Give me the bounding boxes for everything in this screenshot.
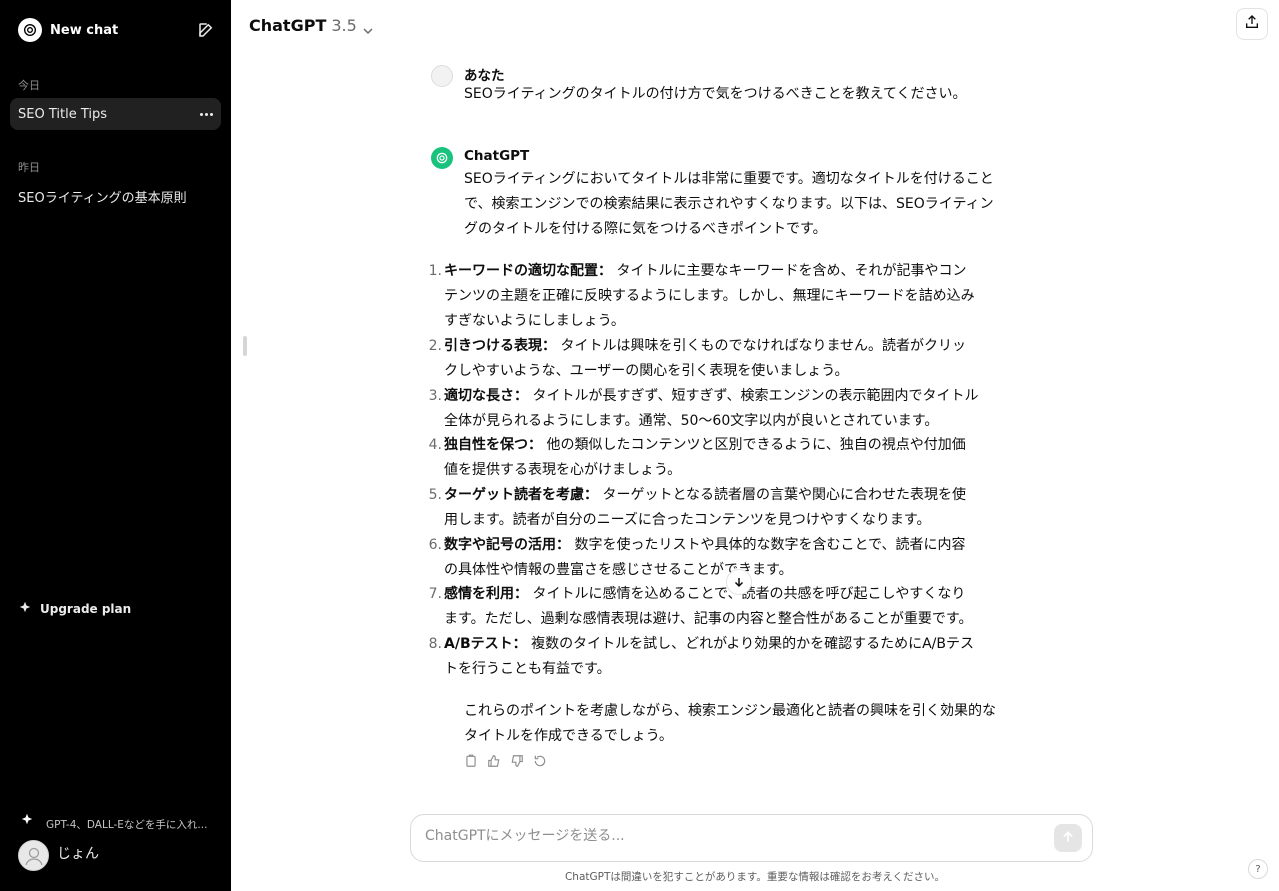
new-chat-label: New chat [50, 22, 119, 38]
list-item-line: 値を提供する表現を心がけましょう。 [444, 462, 682, 478]
help-button[interactable]: ? [1248, 859, 1268, 879]
arrow-up-icon [1061, 829, 1075, 848]
list-item-line: 他の類似したコンテンツと区別できるように、独自の視点や付加価 [546, 437, 966, 453]
list-item: 4. 独自性を保つ： 他の類似したコンテンツと区別できるように、独自の視点や付加… [429, 433, 1004, 483]
list-item-title: A/Bテスト： [444, 636, 527, 652]
list-item: 5. ターゲット読者を考慮： ターゲットとなる読者層の言葉や関心に合わせた表現を… [429, 483, 1004, 533]
list-item-title: 感情を利用： [444, 586, 528, 602]
conversation-item-label: SEO Title Tips [18, 106, 108, 122]
list-item-line: の具体性や情報の豊富さを感じさせることができます。 [444, 562, 793, 578]
list-item-line: タイトルが長すぎず、短すぎず、検索エンジンの表示範囲内でタイトル [532, 388, 979, 404]
list-number: 1. [428, 263, 442, 279]
list-item-line: タイトルは興味を引くものでなければなりません。読者がクリッ [560, 338, 967, 354]
message-input[interactable] [425, 828, 1025, 844]
list-item: 8. A/Bテスト： 複数のタイトルを試し、どれがより効果的かを確認するためにA… [429, 632, 1004, 682]
list-item-line: 用します。読者が自分のニーズに合ったコンテンツを見つけやすくなります。 [444, 512, 931, 528]
conversation-item-seo-title-tips[interactable]: SEO Title Tips [10, 98, 221, 130]
upgrade-subtitle: GPT-4、DALL-Eなどを手に入れ... [46, 819, 208, 831]
sidebar: New chat 今日 SEO Title Tips 昨日 SEOライティングの… [0, 0, 231, 891]
list-item-line: トを行うことも有益です。 [444, 661, 611, 677]
section-label-yesterday: 昨日 [18, 161, 40, 174]
intro-line: で、検索エンジンでの検索結果に表示されやすくなります。以下は、SEOライティン [464, 196, 994, 212]
regenerate-icon[interactable] [533, 754, 549, 770]
user-avatar [431, 65, 453, 87]
list-item: 2. 引きつける表現： タイトルは興味を引くものでなければなりません。読者がクリ… [429, 334, 1004, 384]
upgrade-plan-label: Upgrade plan [40, 601, 132, 616]
list-item-line: タイトルに主要なキーワードを含め、それが記事やコン [616, 263, 967, 279]
user-author-label: あなた [464, 68, 505, 84]
list-item-title: 独自性を保つ： [444, 437, 542, 453]
chatgpt-avatar-icon [431, 147, 453, 169]
outro-line: これらのポイントを考慮しながら、検索エンジン最適化と読者の興味を引く効果的な [464, 703, 996, 719]
message-actions [464, 754, 549, 770]
more-options-icon[interactable] [197, 105, 215, 123]
avatar [18, 840, 49, 871]
section-label-today: 今日 [18, 79, 40, 92]
list-item-line: ターゲットとなる読者層の言葉や関心に合わせた表現を使 [602, 487, 967, 503]
list-number: 4. [428, 437, 442, 453]
share-button[interactable] [1236, 8, 1268, 40]
message-composer [410, 814, 1093, 862]
intro-line: グのタイトルを付ける際に気をつけるべきポイントです。 [464, 221, 827, 237]
assistant-intro: SEOライティングにおいてタイトルは非常に重要です。適切なタイトルを付けること … [464, 167, 1024, 242]
model-name: ChatGPT [249, 16, 327, 35]
conversation-item-label: SEOライティングの基本原則 [18, 190, 187, 206]
list-item: 6. 数字や記号の活用： 数字を使ったリストや具体的な数字を含むことで、読者に内… [429, 533, 1004, 583]
list-item-line: 数字を使ったリストや具体的な数字を含むことで、読者に内容 [574, 537, 966, 553]
list-item-title: ターゲット読者を考慮： [444, 487, 598, 503]
list-item: 7. 感情を利用： タイトルに感情を込めることで、読者の共感を呼び起こしやすくな… [429, 582, 1004, 632]
outro-line: タイトルを作成できるでしょう。 [464, 728, 673, 744]
send-button[interactable] [1054, 824, 1082, 852]
upgrade-promo[interactable]: GPT-4、DALL-Eなどを手に入れ... [18, 805, 223, 835]
thumbs-down-icon[interactable] [510, 754, 526, 770]
disclaimer-text: ChatGPTは間違いを犯すことがあります。重要な情報は確認をお考えください。 [564, 871, 946, 883]
list-number: 2. [428, 338, 442, 354]
scroll-down-button[interactable] [726, 569, 752, 595]
assistant-author-label: ChatGPT [464, 148, 530, 164]
model-version: 3.5 [331, 16, 357, 35]
upgrade-plan-button[interactable]: Upgrade plan [18, 600, 131, 617]
list-item-title: 適切な長さ： [444, 388, 528, 404]
arrow-down-icon [733, 573, 745, 592]
list-item-line: 複数のタイトルを試し、どれがより効果的かを確認するためにA/Bテス [531, 636, 974, 652]
list-item-title: 数字や記号の活用： [444, 537, 570, 553]
list-number: 7. [428, 586, 442, 602]
sparkle-icon [20, 811, 34, 825]
list-item-line: 全体が見られるようにします。通常、50〜60文字以内が良いとされています。 [444, 413, 939, 429]
assistant-outro: これらのポイントを考慮しながら、検索エンジン最適化と読者の興味を引く効果的な タ… [464, 699, 1024, 749]
sidebar-collapse-handle[interactable] [243, 336, 247, 356]
list-number: 6. [428, 537, 442, 553]
list-item-line: すぎないようにしましょう。 [444, 313, 625, 329]
list-item-title: 引きつける表現： [444, 338, 556, 354]
list-item: 1. キーワードの適切な配置： タイトルに主要なキーワードを含め、それが記事やコ… [429, 259, 1004, 334]
copy-icon[interactable] [464, 754, 480, 770]
model-selector[interactable]: ChatGPT 3.5 [249, 16, 373, 35]
share-icon [1244, 14, 1260, 34]
chevron-down-icon [363, 21, 373, 34]
openai-logo-icon [18, 18, 42, 42]
list-number: 8. [428, 636, 442, 652]
compose-icon[interactable] [197, 21, 215, 39]
list-item-line: テンツの主題を正確に反映するようにします。しかし、無理にキーワードを詰め込み [444, 288, 975, 304]
user-profile[interactable]: じょん [18, 840, 99, 871]
new-chat-button[interactable]: New chat [10, 12, 221, 48]
thumbs-up-icon[interactable] [487, 754, 503, 770]
list-number: 3. [428, 388, 442, 404]
main-panel: ChatGPT 3.5 あなた SEOライティングのタイトルの付け方で気をつける… [231, 0, 1279, 891]
user-message-text: SEOライティングのタイトルの付け方で気をつけるべきことを教えてください。 [464, 86, 967, 102]
list-number: 5. [428, 487, 442, 503]
intro-line: SEOライティングにおいてタイトルは非常に重要です。適切なタイトルを付けること [464, 171, 994, 187]
list-item: 3. 適切な長さ： タイトルが長すぎず、短すぎず、検索エンジンの表示範囲内でタイ… [429, 384, 1004, 434]
list-item-line: クしやすいような、ユーザーの関心を引く表現を使いましょう。 [444, 363, 849, 379]
list-item-line: ます。ただし、過剰な感情表現は避け、記事の内容と整合性があることが重要です。 [444, 611, 973, 627]
user-name: じょん [57, 845, 99, 862]
conversation-item-seo-basics[interactable]: SEOライティングの基本原則 [10, 180, 221, 212]
upgrade-icon [18, 600, 32, 617]
list-item-title: キーワードの適切な配置： [444, 263, 612, 279]
